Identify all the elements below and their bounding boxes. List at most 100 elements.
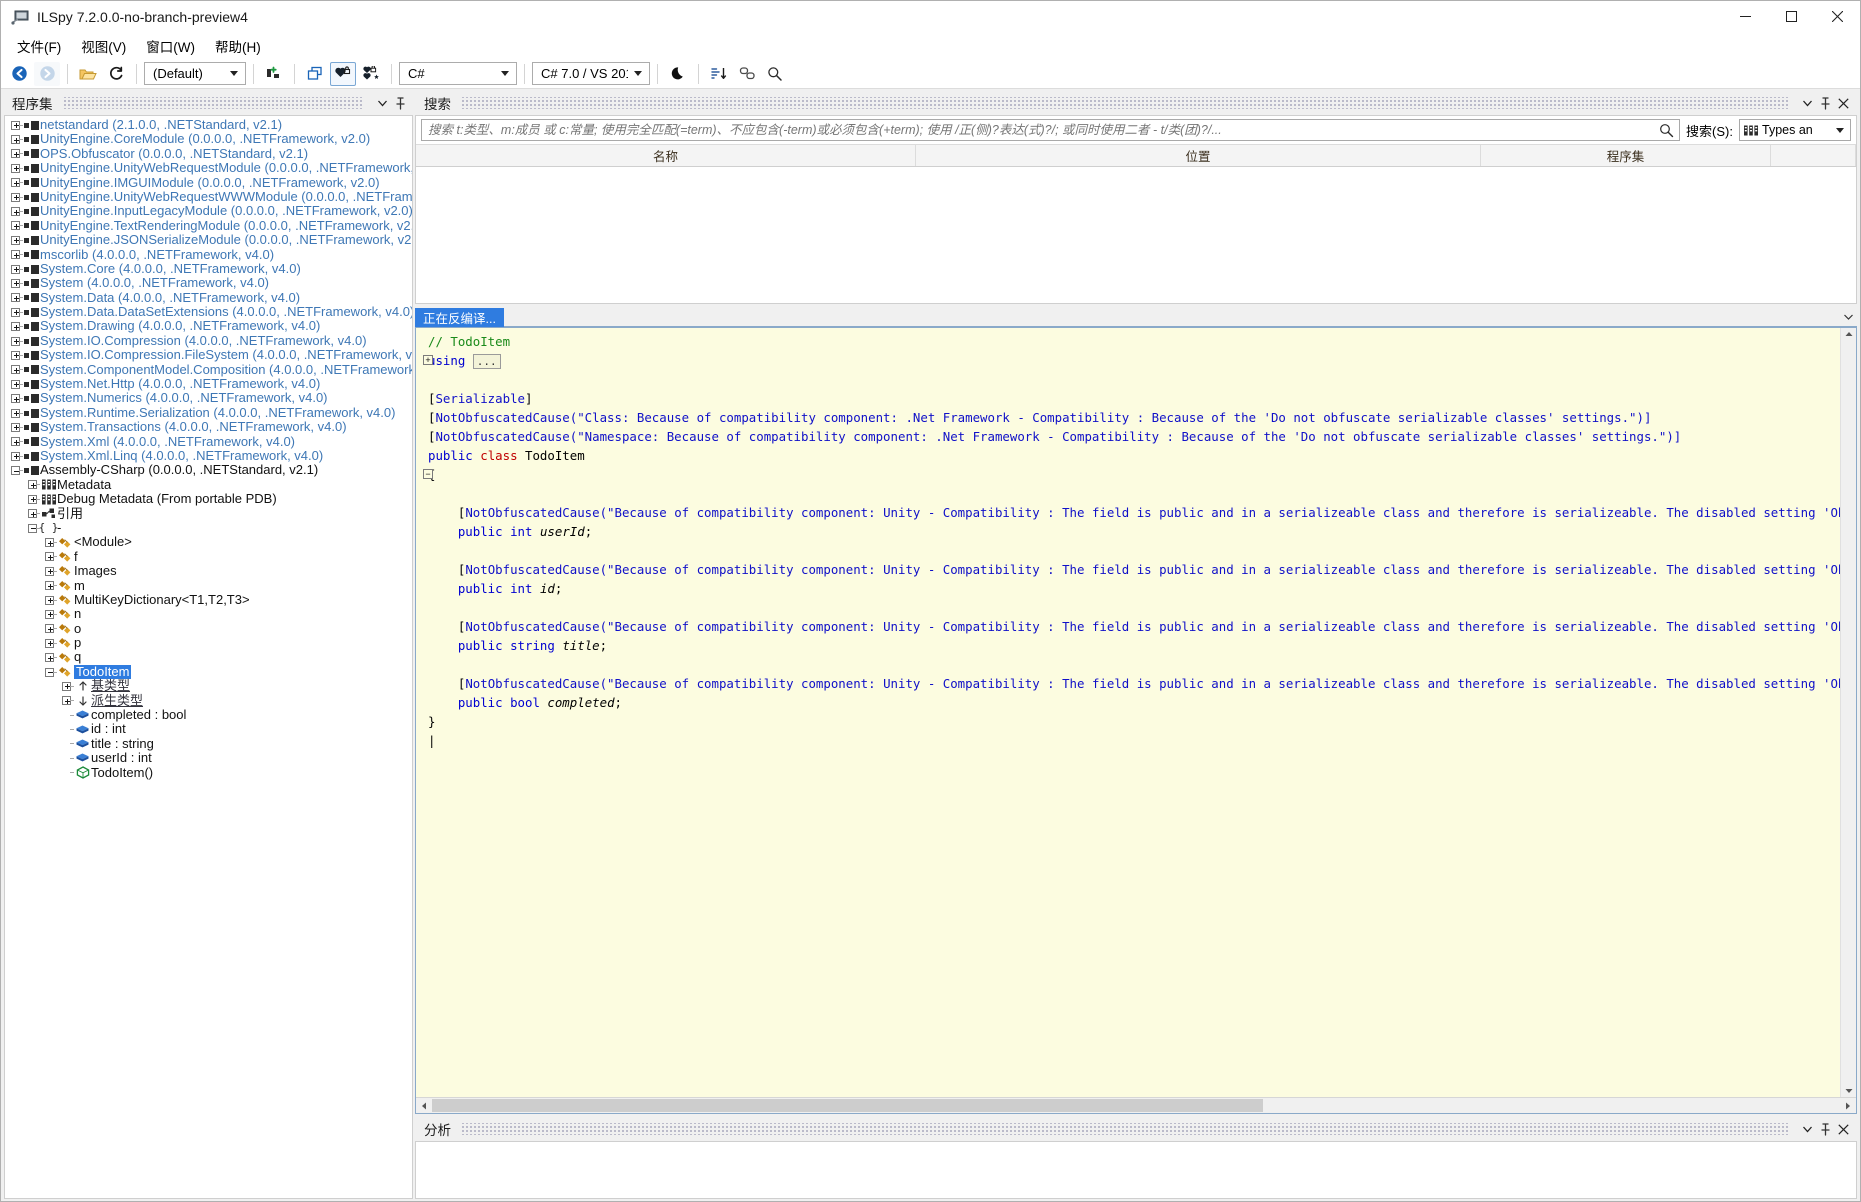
using-ellipsis[interactable]: ...	[472, 354, 501, 369]
expand-icon[interactable]	[60, 680, 74, 693]
menu-view[interactable]: 视图(V)	[71, 33, 136, 59]
column-header-name[interactable]: 名称	[416, 145, 916, 166]
expand-icon[interactable]	[60, 694, 74, 707]
analysis-pane-body[interactable]	[415, 1141, 1857, 1199]
show-internal-types-icon[interactable]	[330, 61, 356, 86]
expand-icon[interactable]	[9, 421, 23, 434]
hscroll-track[interactable]	[432, 1098, 1840, 1113]
close-icon[interactable]	[1834, 94, 1852, 112]
tree-node[interactable]: System.Runtime.Serialization (4.0.0.0, .…	[5, 405, 412, 420]
search-icon[interactable]	[762, 62, 788, 86]
show-all-types-icon[interactable]	[358, 62, 384, 86]
tree-node[interactable]: 引用	[5, 506, 412, 521]
pin-icon[interactable]	[391, 94, 409, 112]
tree-node[interactable]: 派生类型	[5, 693, 412, 708]
tree-node[interactable]: System.Xml (4.0.0.0, .NETFramework, v4.0…	[5, 434, 412, 449]
chevron-down-icon[interactable]	[1798, 1120, 1816, 1138]
close-icon[interactable]	[1834, 1120, 1852, 1138]
analysis-pane-grip[interactable]	[461, 1123, 1788, 1135]
tree-node[interactable]: TodoItem	[5, 664, 412, 680]
expand-icon[interactable]	[43, 651, 57, 664]
search-input-wrapper[interactable]	[421, 119, 1681, 141]
tree-node[interactable]: UnityEngine.InputLegacyModule (0.0.0.0, …	[5, 203, 412, 218]
search-pane-grip[interactable]	[461, 97, 1788, 109]
search-scope-combo[interactable]: Types an	[1739, 119, 1851, 141]
tree-node[interactable]: System.Drawing (4.0.0.0, .NETFramework, …	[5, 319, 412, 333]
expand-icon[interactable]	[9, 378, 23, 391]
expand-icon[interactable]	[9, 176, 23, 189]
tree-node[interactable]: System.IO.Compression (4.0.0.0, .NETFram…	[5, 333, 412, 348]
menu-help[interactable]: 帮助(H)	[205, 33, 271, 59]
chevron-down-icon[interactable]	[1798, 94, 1816, 112]
link-icon[interactable]	[734, 62, 760, 86]
collapse-icon[interactable]	[26, 522, 40, 535]
collapse-icon[interactable]	[43, 666, 57, 679]
expand-icon[interactable]	[26, 493, 40, 506]
moon-icon[interactable]	[665, 62, 691, 86]
tree-node[interactable]: System.Net.Http (4.0.0.0, .NETFramework,…	[5, 376, 412, 391]
expand-icon[interactable]	[9, 119, 23, 132]
expand-icon[interactable]	[9, 363, 23, 376]
tree-node[interactable]: System.Numerics (4.0.0.0, .NETFramework,…	[5, 391, 412, 405]
maximize-button[interactable]	[1768, 1, 1814, 32]
code-horizontal-scrollbar[interactable]	[416, 1097, 1856, 1113]
expand-icon[interactable]	[43, 579, 57, 592]
expand-icon[interactable]	[9, 435, 23, 448]
expand-icon[interactable]	[9, 263, 23, 276]
add-member-icon[interactable]	[261, 62, 287, 86]
expand-icon[interactable]	[9, 234, 23, 247]
tree-node[interactable]: System.Xml.Linq (4.0.0.0, .NETFramework,…	[5, 448, 412, 463]
decompiler-code-text[interactable]: // TodoItem + using ... [Serializable] [Not…	[416, 328, 1856, 1097]
tree-node[interactable]: System.Transactions (4.0.0.0, .NETFramew…	[5, 419, 412, 434]
tree-node[interactable]: m	[5, 578, 412, 593]
forward-button[interactable]	[34, 61, 60, 86]
scroll-right-icon[interactable]	[1840, 1098, 1856, 1113]
assembly-pane-grip[interactable]	[62, 97, 363, 109]
expand-icon[interactable]	[9, 277, 23, 290]
scroll-up-icon[interactable]	[1845, 329, 1853, 339]
decompiler-code-area[interactable]: // TodoItem + using ... [Serializable] [Not…	[415, 327, 1857, 1114]
tree-node[interactable]: System (4.0.0.0, .NETFramework, v4.0)	[5, 275, 412, 290]
tree-node[interactable]: System.Data (4.0.0.0, .NETFramework, v4.…	[5, 290, 412, 305]
fold-expand-icon[interactable]: +	[423, 355, 433, 365]
tree-node[interactable]: UnityEngine.IMGUIModule (0.0.0.0, .NETFr…	[5, 175, 412, 190]
expand-icon[interactable]	[9, 191, 23, 204]
tree-node[interactable]: userId : int	[5, 750, 412, 765]
language-combo[interactable]: C#	[399, 62, 517, 85]
expand-icon[interactable]	[9, 450, 23, 463]
tree-node[interactable]: System.Data.DataSetExtensions (4.0.0.0, …	[5, 304, 412, 319]
tree-node[interactable]: { } -	[5, 520, 412, 535]
expand-icon[interactable]	[9, 392, 23, 405]
scroll-left-icon[interactable]	[416, 1098, 432, 1113]
assembly-tree-scroll[interactable]: netstandard (2.1.0.0, .NETStandard, v2.1…	[5, 116, 412, 1198]
expand-icon[interactable]	[9, 349, 23, 362]
scroll-down-icon[interactable]	[1845, 1086, 1853, 1096]
expand-icon[interactable]	[9, 162, 23, 175]
menu-window[interactable]: 窗口(W)	[136, 33, 205, 59]
tree-node[interactable]: UnityEngine.TextRenderingModule (0.0.0.0…	[5, 218, 412, 233]
expand-icon[interactable]	[43, 536, 57, 549]
profile-combo[interactable]: (Default)	[144, 62, 246, 85]
tree-node[interactable]: System.Core (4.0.0.0, .NETFramework, v4.…	[5, 261, 412, 276]
tree-node[interactable]: Debug Metadata (From portable PDB)	[5, 491, 412, 506]
search-results-list[interactable]	[416, 167, 1856, 303]
tree-node[interactable]: OPS.Obfuscator (0.0.0.0, .NETStandard, v…	[5, 146, 412, 161]
expand-icon[interactable]	[43, 608, 57, 621]
expand-icon[interactable]	[26, 478, 40, 491]
tree-node[interactable]: o	[5, 621, 412, 636]
column-header-assembly[interactable]: 程序集	[1481, 145, 1771, 166]
refresh-icon[interactable]	[103, 62, 129, 86]
close-button[interactable]	[1814, 1, 1860, 32]
tree-node[interactable]: id : int	[5, 721, 412, 736]
expand-icon[interactable]	[43, 565, 57, 578]
tree-node[interactable]: f	[5, 549, 412, 564]
code-vertical-scrollbar[interactable]	[1840, 328, 1856, 1097]
tree-node[interactable]: System.ComponentModel.Composition (4.0.0…	[5, 362, 412, 377]
tree-node[interactable]: UnityEngine.JSONSerializeModule (0.0.0.0…	[5, 232, 412, 247]
column-header-location[interactable]: 位置	[916, 145, 1481, 166]
pin-icon[interactable]	[1816, 1120, 1834, 1138]
search-icon[interactable]	[1657, 123, 1675, 138]
expand-icon[interactable]	[9, 407, 23, 420]
tree-node[interactable]: p	[5, 635, 412, 650]
tree-node[interactable]: UnityEngine.UnityWebRequestWWWModule (0.…	[5, 189, 412, 204]
